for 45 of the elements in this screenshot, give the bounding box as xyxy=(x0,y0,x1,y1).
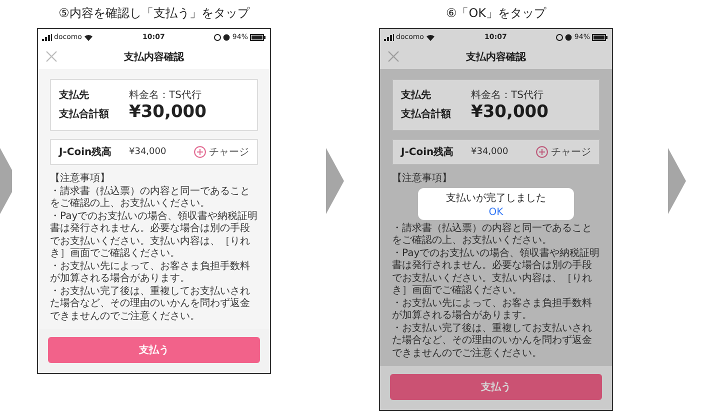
signal-icon xyxy=(384,34,394,40)
plus-circle-icon xyxy=(194,146,206,158)
payee-label: 支払先 xyxy=(59,88,90,102)
notice-text: ・Payでのお支払いの場合、領収書や納税証明書は発行されません。必要な場合は別の手段でお支払いください。支払い内容は、［りれき］画面でご確認ください。 xyxy=(50,210,258,260)
screen-title: 支払内容確認 xyxy=(466,50,526,64)
charge-button[interactable]: チャージ xyxy=(194,145,249,159)
close-icon[interactable] xyxy=(46,51,57,62)
ok-button[interactable]: OK xyxy=(488,206,504,218)
pay-button[interactable]: 支払う xyxy=(48,337,260,363)
notice-text: ・お支払い完了後は、重複してお支払いされた場合など、その理由のいかんを問わず返金できませんのでご注意ください。 xyxy=(50,286,251,323)
balance-label: J-Coin残高 xyxy=(401,145,455,159)
alert-message: 支払いが完了しました xyxy=(446,192,546,204)
notes-heading: 【注意事項】 xyxy=(392,173,453,186)
signal-icon xyxy=(42,34,52,40)
chevron-arrow-icon xyxy=(0,148,12,214)
chevron-arrow-icon xyxy=(326,148,344,214)
plus-circle-icon xyxy=(536,146,548,158)
notice-text: ・お支払い先によって、お客さま負担手数料が加算される場合があります。 xyxy=(50,260,251,286)
notes-heading: 【注意事項】 xyxy=(50,173,111,186)
balance-amount: ¥34,000 xyxy=(129,147,168,157)
notice-text: ・お支払い先によって、お客さま負担手数料が加算される場合があります。 xyxy=(392,298,593,322)
balance-amount: ¥34,000 xyxy=(471,147,510,157)
notice-text: ・お支払い完了後は、重複してお支払いされた場合など、その理由のいかんを問わず返金できませんのでご注意ください。 xyxy=(392,322,593,360)
total-amount: ¥30,000 xyxy=(471,102,548,122)
step-caption: ⑤内容を確認し「支払う」をタップ xyxy=(58,5,250,22)
battery-icon xyxy=(592,34,608,40)
total-amount: ¥30,000 xyxy=(129,102,206,122)
close-icon[interactable] xyxy=(388,51,399,62)
notice-text: ・請求書（払込票）の内容と同一であることをご確認の上、お支払いください。 xyxy=(392,222,593,248)
payee-label: 支払先 xyxy=(401,88,432,102)
payee-name: 料金名：TS代行 xyxy=(471,88,544,102)
notice-text: ・請求書（払込票）の内容と同一であることをご確認の上、お支払いください。 xyxy=(50,186,251,210)
wifi-icon xyxy=(84,34,93,40)
charge-button[interactable]: チャージ xyxy=(536,145,591,159)
total-label: 支払合計額 xyxy=(401,108,452,121)
wifi-icon xyxy=(426,34,435,40)
payee-name: 料金名：TS代行 xyxy=(129,88,202,102)
chevron-arrow-icon xyxy=(668,148,686,214)
battery-icon xyxy=(250,34,266,40)
pay-button[interactable]: 支払う xyxy=(390,374,602,400)
screen-title: 支払内容確認 xyxy=(124,50,184,64)
step-caption: ⑥「OK」をタップ xyxy=(446,5,546,22)
notice-text: ・Payでのお支払いの場合、領収書や納税証明書は発行されません。必要な場合は別の手段でお支払いください。支払い内容は、［りれき］画面でご確認ください。 xyxy=(392,248,600,298)
balance-label: J-Coin残高 xyxy=(59,145,113,159)
total-label: 支払合計額 xyxy=(59,108,110,121)
